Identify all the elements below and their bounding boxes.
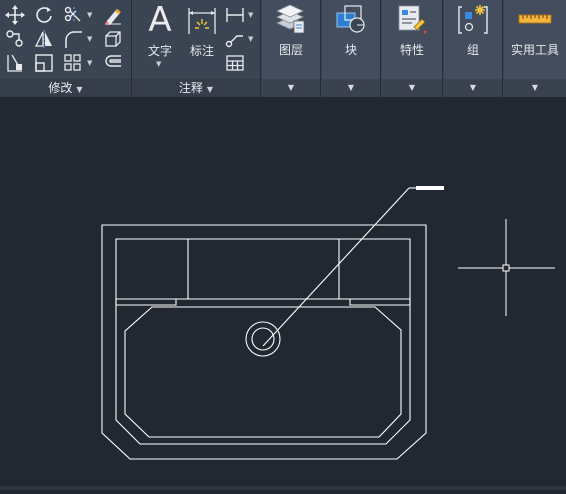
copy-icon[interactable]: [4, 28, 26, 50]
basin-outline[interactable]: [124, 306, 402, 438]
scale-icon[interactable]: [33, 52, 55, 74]
annotation-panel-title-text: 注释: [178, 81, 203, 95]
leader-icon[interactable]: [224, 28, 246, 50]
leader-dropdown-caret[interactable]: ▼: [248, 35, 253, 43]
3d-box-icon[interactable]: [102, 28, 124, 50]
dimension-icon: [186, 4, 218, 36]
drain-inner-circle[interactable]: [251, 327, 275, 351]
trim-dropdown-caret[interactable]: ▼: [87, 11, 92, 19]
fillet-icon[interactable]: [62, 28, 84, 50]
block-button[interactable]: 块 ▼: [322, 0, 380, 97]
sink-outer-outline[interactable]: [101, 224, 427, 460]
layers-label: 图层: [278, 43, 303, 57]
modify-panel-title[interactable]: 修改 ▼: [0, 79, 131, 97]
linear-dimension-icon[interactable]: [224, 4, 246, 26]
modify-panel: ▼ ▼ ▼ 修改 ▼: [0, 0, 131, 97]
ruler-icon: [518, 10, 552, 24]
array-dropdown-caret[interactable]: ▼: [87, 59, 92, 67]
properties-label: 特性: [399, 43, 424, 57]
panel-separator: [320, 0, 321, 97]
table-icon[interactable]: [224, 52, 246, 74]
utilities-button[interactable]: 实用工具 ▼: [504, 0, 566, 97]
panel-separator: [260, 0, 261, 97]
layers-button[interactable]: 图层 ▼: [262, 0, 320, 97]
leader-annotation-block[interactable]: [416, 186, 444, 190]
status-strip: [0, 486, 566, 490]
panel-separator: [442, 0, 443, 97]
layers-icon: [274, 3, 308, 35]
annotation-panel: A 文字 ▼ 标注 ▼ ▼ 注释 ▼: [132, 0, 260, 97]
utilities-expand-caret[interactable]: ▼: [504, 79, 566, 97]
annotation-panel-title[interactable]: 注释 ▼: [132, 79, 260, 97]
panel-separator: [502, 0, 503, 97]
array-icon[interactable]: [62, 52, 84, 74]
leader-line[interactable]: [262, 187, 410, 347]
text-label: 文字: [147, 44, 172, 58]
erase-icon[interactable]: [102, 4, 124, 26]
drawing-canvas[interactable]: [0, 97, 566, 490]
mirror-icon[interactable]: [33, 28, 55, 50]
drawing-svg: [101, 186, 555, 460]
text-icon: A: [148, 0, 172, 40]
properties-expand-caret[interactable]: ▼: [382, 79, 442, 97]
layers-expand-caret[interactable]: ▼: [262, 79, 320, 97]
text-dropdown-caret: ▼: [156, 60, 162, 68]
properties-icon: [396, 3, 430, 35]
group-button[interactable]: 组 ▼: [444, 0, 502, 97]
offset-icon[interactable]: [102, 52, 124, 74]
utilities-label: 实用工具: [510, 43, 559, 57]
fillet-dropdown-caret[interactable]: ▼: [87, 35, 92, 43]
sink-drawing: [101, 187, 427, 460]
basin-notch-left[interactable]: [115, 299, 177, 306]
text-button[interactable]: A 文字 ▼: [140, 2, 180, 74]
rotate-icon[interactable]: [33, 4, 55, 26]
group-label: 组: [466, 43, 479, 57]
modify-panel-title-text: 修改: [48, 81, 73, 95]
linear-dimension-dropdown-caret[interactable]: ▼: [248, 11, 253, 19]
block-icon: [335, 3, 369, 35]
group-icon: [456, 3, 490, 37]
block-expand-caret[interactable]: ▼: [322, 79, 380, 97]
stretch-icon[interactable]: [4, 52, 26, 74]
annotation-panel-caret-icon: ▼: [206, 85, 214, 94]
properties-button[interactable]: 特性 ▼: [382, 0, 442, 97]
crosshair-cursor: [458, 219, 555, 316]
dimension-label: 标注: [189, 44, 214, 58]
panel-separator: [380, 0, 381, 97]
sink-back-rim[interactable]: [115, 238, 411, 300]
group-expand-caret[interactable]: ▼: [444, 79, 502, 97]
modify-panel-caret-icon: ▼: [76, 85, 83, 94]
sink-inner-frame[interactable]: [115, 299, 411, 445]
drain-outer-circle[interactable]: [245, 321, 281, 357]
ribbon: ▼ ▼ ▼ 修改 ▼ A 文字 ▼ 标注 ▼ ▼ 注释 ▼ 图层 ▼ 块 ▼ 特…: [0, 0, 566, 97]
trim-icon[interactable]: [62, 4, 84, 26]
block-label: 块: [344, 43, 357, 57]
move-icon[interactable]: [4, 4, 26, 26]
dimension-button[interactable]: 标注: [182, 2, 222, 74]
basin-notch-right[interactable]: [349, 299, 411, 306]
